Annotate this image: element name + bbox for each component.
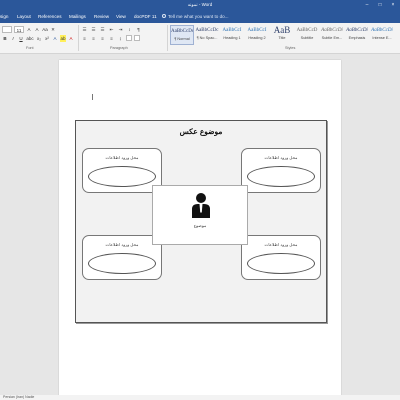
underline-icon[interactable]: U bbox=[18, 35, 24, 42]
style-subtle-emphasis[interactable]: AaBbCcDi Subtle Em... bbox=[320, 25, 344, 45]
style-name: Intense E... bbox=[372, 36, 392, 40]
tell-me-search[interactable]: Tell me what you want to do... bbox=[168, 13, 229, 20]
info-box-top-right[interactable]: محل ورود اطلاعات bbox=[241, 148, 321, 193]
justify-icon[interactable]: ≡ bbox=[108, 35, 115, 42]
diagram-panel[interactable]: موضوع عکس محل ورود اطلاعات محل ورود اطلا… bbox=[75, 120, 327, 323]
italic-icon[interactable]: I bbox=[10, 35, 16, 42]
text-cursor bbox=[92, 94, 93, 100]
style-name: ¶ No Spac... bbox=[196, 36, 218, 40]
tab-references[interactable]: References bbox=[38, 13, 62, 20]
font-name-box[interactable] bbox=[2, 26, 12, 33]
bold-icon[interactable]: B bbox=[2, 35, 8, 42]
strikethrough-icon[interactable]: abc bbox=[26, 35, 34, 42]
align-left-icon[interactable]: ≡ bbox=[81, 35, 88, 42]
style-preview: AaBbCcDi bbox=[346, 28, 368, 33]
text-effects-icon[interactable]: A bbox=[52, 35, 58, 42]
style-preview: AaBbCcI bbox=[222, 28, 242, 33]
change-case-icon[interactable]: Aa bbox=[42, 26, 48, 33]
title-bar: نمونه - Word – □ × bbox=[0, 0, 400, 10]
style-no-spacing[interactable]: AaBbCcDc ¶ No Spac... bbox=[195, 25, 219, 45]
font-size-box[interactable]: 11 bbox=[14, 26, 24, 33]
style-preview: AaB bbox=[273, 25, 291, 35]
style-name: Emphasis bbox=[348, 36, 366, 40]
bullets-icon[interactable]: ☰ bbox=[81, 26, 88, 33]
center-label: موضوع bbox=[193, 223, 207, 228]
style-heading-2[interactable]: AaBbCcI Heading 2 bbox=[245, 25, 269, 45]
line-spacing-icon[interactable]: ↨ bbox=[117, 35, 124, 42]
style-preview: AaBbCcDi bbox=[371, 28, 393, 33]
clear-format-icon[interactable]: ✕ bbox=[50, 26, 56, 33]
info-box-label: محل ورود اطلاعات bbox=[264, 242, 298, 247]
increase-indent-icon[interactable]: ⇥ bbox=[117, 26, 124, 33]
style-subtitle[interactable]: AaBbCcD Subtitle bbox=[295, 25, 319, 45]
panel-title[interactable]: موضوع عکس bbox=[76, 127, 326, 136]
person-icon bbox=[192, 193, 210, 218]
info-box-label: محل ورود اطلاعات bbox=[264, 155, 298, 160]
info-box-label: محل ورود اطلاعات bbox=[105, 242, 139, 247]
info-input-oval[interactable] bbox=[88, 166, 156, 187]
style-intense-emphasis[interactable]: AaBbCcDi Intense E... bbox=[370, 25, 394, 45]
ribbon-separator bbox=[78, 25, 79, 51]
style-preview: AaBbCcD bbox=[296, 28, 318, 33]
numbering-icon[interactable]: ☰ bbox=[90, 26, 97, 33]
status-bar: Persian (Iran) Nadie bbox=[0, 395, 400, 400]
style-name: Subtle Em... bbox=[321, 36, 343, 40]
group-paragraph-label: Paragraph bbox=[110, 46, 128, 50]
shading-icon[interactable] bbox=[126, 35, 132, 41]
style-name: Subtitle bbox=[300, 36, 314, 40]
align-right-icon[interactable]: ≡ bbox=[99, 35, 106, 42]
ribbon-separator bbox=[167, 25, 168, 51]
borders-icon[interactable] bbox=[134, 35, 140, 41]
subscript-icon[interactable]: x₂ bbox=[36, 35, 42, 42]
tab-mailings[interactable]: Mailings bbox=[69, 13, 86, 20]
info-input-oval[interactable] bbox=[247, 253, 315, 274]
info-box-top-left[interactable]: محل ورود اطلاعات bbox=[82, 148, 162, 193]
group-styles-label: Styles bbox=[285, 46, 296, 50]
minimize-button[interactable]: – bbox=[361, 0, 373, 10]
tab-docpdf[interactable]: docPDF 11 bbox=[134, 13, 157, 20]
ribbon-tabs: sign Layout References Mailings Review V… bbox=[0, 10, 400, 23]
highlight-icon[interactable]: ab bbox=[60, 35, 66, 42]
style-name: ¶ Normal bbox=[174, 37, 190, 41]
show-marks-icon[interactable]: ¶ bbox=[135, 26, 142, 33]
info-box-bottom-left[interactable]: محل ورود اطلاعات bbox=[82, 235, 162, 280]
decrease-indent-icon[interactable]: ⇤ bbox=[108, 26, 115, 33]
info-box-bottom-right[interactable]: محل ورود اطلاعات bbox=[241, 235, 321, 280]
style-name: Title bbox=[278, 36, 286, 40]
maximize-button[interactable]: □ bbox=[374, 0, 386, 10]
document-page[interactable]: موضوع عکس محل ورود اطلاعات محل ورود اطلا… bbox=[59, 60, 341, 400]
info-input-oval[interactable] bbox=[88, 253, 156, 274]
sort-icon[interactable]: ↕ bbox=[126, 26, 133, 33]
align-center-icon[interactable]: ≡ bbox=[90, 35, 97, 42]
font-color-icon[interactable]: A bbox=[68, 35, 74, 42]
tab-layout[interactable]: Layout bbox=[17, 13, 31, 20]
style-title[interactable]: AaB Title bbox=[270, 25, 294, 45]
tab-view[interactable]: View bbox=[116, 13, 126, 20]
style-name: Heading 1 bbox=[223, 36, 241, 40]
window-title: نمونه - Word bbox=[187, 2, 213, 7]
style-heading-1[interactable]: AaBbCcI Heading 1 bbox=[220, 25, 244, 45]
style-preview: AaBbCcDi bbox=[321, 28, 343, 33]
lightbulb-icon bbox=[162, 14, 166, 18]
style-preview: AaBbCcDc bbox=[195, 28, 219, 33]
tab-review[interactable]: Review bbox=[94, 13, 109, 20]
status-text: Persian (Iran) Nadie bbox=[3, 395, 35, 399]
style-preview: AaBbCcI bbox=[247, 28, 267, 33]
group-font-label: Font bbox=[26, 46, 34, 50]
multilevel-icon[interactable]: ☰ bbox=[99, 26, 106, 33]
style-name: Heading 2 bbox=[248, 36, 266, 40]
grow-font-icon[interactable]: A bbox=[26, 26, 32, 33]
center-image-box[interactable]: موضوع bbox=[152, 185, 248, 245]
style-preview: AaBbCcDc bbox=[171, 29, 193, 34]
shrink-font-icon[interactable]: A bbox=[34, 26, 40, 33]
info-box-label: محل ورود اطلاعات bbox=[105, 155, 139, 160]
ribbon: 11 A A Aa ✕ B I U abc x₂ x² A ab A Font … bbox=[0, 23, 400, 54]
style-emphasis[interactable]: AaBbCcDi Emphasis bbox=[345, 25, 369, 45]
info-input-oval[interactable] bbox=[247, 166, 315, 187]
superscript-icon[interactable]: x² bbox=[44, 35, 50, 42]
tab-design[interactable]: sign bbox=[0, 13, 8, 20]
close-button[interactable]: × bbox=[387, 0, 399, 10]
style-normal[interactable]: AaBbCcDc ¶ Normal bbox=[170, 25, 194, 45]
